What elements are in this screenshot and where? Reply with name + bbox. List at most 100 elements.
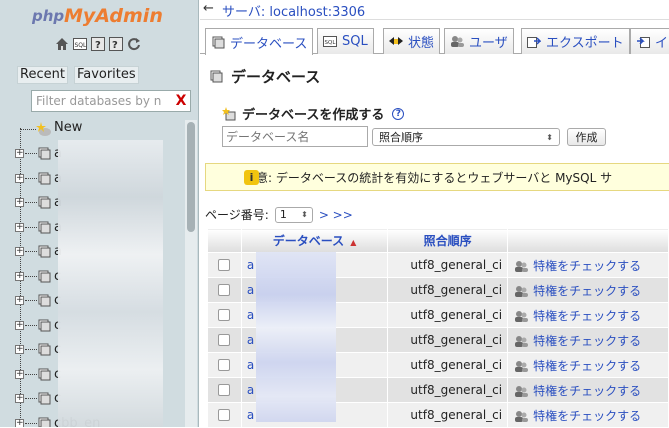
row-checkbox[interactable]	[218, 409, 231, 421]
check-privileges-link[interactable]: 特権をチェックする	[507, 327, 669, 353]
expand-icon[interactable]: +	[15, 198, 24, 207]
check-privileges-link[interactable]: 特権をチェックする	[507, 252, 669, 278]
tab-users-label: ユーザ	[469, 36, 508, 51]
table-header-row: データベース ▲ 照合順序	[207, 228, 669, 253]
expand-icon[interactable]: +	[15, 418, 24, 427]
top-menu: データベース SQL SQL 状態 ユーザ エクスポート イ	[200, 28, 669, 55]
page-title: データベース	[210, 66, 320, 87]
tab-status[interactable]: 状態	[383, 28, 441, 54]
svg-text:?: ?	[95, 40, 101, 51]
expand-icon[interactable]: +	[15, 320, 24, 330]
row-checkbox[interactable]	[218, 309, 231, 321]
tab-databases[interactable]: データベース	[205, 28, 314, 55]
sql-icon: SQL	[323, 35, 337, 49]
svg-text:SQL: SQL	[325, 40, 337, 46]
row-checkbox[interactable]	[218, 284, 231, 296]
expand-icon[interactable]: +	[15, 296, 24, 305]
tree-connector	[25, 422, 37, 424]
privileges-icon	[514, 410, 529, 422]
privileges-icon	[514, 285, 529, 297]
check-privileges-link[interactable]: 特権をチェックする	[507, 377, 669, 403]
tree-connector	[25, 226, 37, 228]
check-privileges-label: 特権をチェックする	[533, 333, 642, 348]
clear-filter-icon[interactable]: X	[172, 93, 190, 109]
tree-connector	[25, 251, 37, 252]
row-checkbox[interactable]	[218, 334, 231, 346]
check-privileges-link[interactable]: 特権をチェックする	[507, 402, 669, 428]
logo-php-text: php	[32, 7, 64, 25]
main-panel: ← サーバ: localhost:3306 データベース SQL SQL 状態	[200, 0, 669, 428]
tab-favorites[interactable]: Favorites	[73, 66, 139, 84]
tab-export[interactable]: エクスポート	[521, 28, 630, 54]
collation-value: utf8_general_ci	[387, 377, 509, 403]
header-collation[interactable]: 照合順序	[387, 228, 509, 253]
database-icon	[38, 196, 51, 210]
page-select[interactable]: 1 ⬍	[274, 206, 313, 223]
check-privileges-label: 特権をチェックする	[533, 283, 642, 298]
database-icon	[38, 392, 51, 406]
collation-select-value: 照合順序	[379, 131, 423, 144]
help-icon[interactable]: ?	[392, 107, 405, 120]
privileges-icon	[514, 335, 529, 347]
expand-icon[interactable]: +	[15, 345, 24, 354]
row-checkbox-cell	[207, 402, 242, 428]
expand-icon[interactable]: +	[15, 149, 24, 158]
phpmyadmin-logo[interactable]: php MyAdmin	[32, 2, 167, 26]
row-checkbox[interactable]	[218, 359, 231, 371]
tab-databases-label: データベース	[230, 36, 308, 52]
server-breadcrumb[interactable]: サーバ: localhost:3306	[222, 1, 365, 20]
database-icon	[38, 343, 51, 357]
collapse-nav-icon[interactable]: ←	[203, 1, 214, 16]
chevron-updown-icon: ⬍	[301, 210, 308, 219]
check-privileges-link[interactable]: 特権をチェックする	[507, 277, 669, 303]
sort-ascending-icon: ▲	[350, 238, 357, 247]
check-privileges-link[interactable]: 特権をチェックする	[507, 352, 669, 378]
tab-users[interactable]: ユーザ	[444, 28, 514, 54]
expand-icon[interactable]: +	[15, 369, 24, 379]
page-select-value: 1	[279, 208, 287, 221]
expand-icon[interactable]: +	[15, 271, 24, 281]
filter-placeholder: Filter databases by n	[36, 94, 162, 108]
expand-icon[interactable]: +	[15, 222, 24, 232]
expand-icon[interactable]: +	[15, 394, 24, 403]
header-database[interactable]: データベース ▲	[240, 228, 389, 253]
tab-recent[interactable]: Recent	[17, 66, 68, 84]
row-checkbox[interactable]	[218, 259, 231, 271]
header-database-label: データベース	[272, 234, 345, 248]
tree-connector	[25, 324, 37, 326]
expand-icon[interactable]: +	[15, 173, 24, 183]
pagination: ページ番号: 1 ⬍ > >>	[205, 206, 353, 223]
nav-scrollbar-thumb[interactable]	[187, 122, 195, 232]
reload-icon[interactable]	[126, 36, 141, 51]
tab-import[interactable]: イ	[630, 28, 669, 54]
collation-value: utf8_general_ci	[387, 302, 509, 328]
header-checkbox-cell	[207, 228, 242, 253]
pager-next-link[interactable]: > >>	[319, 208, 353, 222]
database-name-input[interactable]	[222, 126, 368, 147]
check-privileges-link[interactable]: 特権をチェックする	[507, 302, 669, 328]
filter-databases-input[interactable]: Filter databases by n X	[31, 90, 191, 112]
docs-icon[interactable]: ?	[108, 36, 123, 51]
collation-select[interactable]: 照合順序 ⬍	[372, 128, 560, 146]
help-icon[interactable]: ?	[90, 36, 105, 51]
tree-connector	[25, 153, 37, 154]
row-checkbox-cell	[207, 377, 242, 403]
tree-item-new[interactable]: New	[0, 120, 150, 140]
tab-status-label: 状態	[408, 36, 435, 51]
tab-sql[interactable]: SQL SQL	[317, 28, 374, 54]
privileges-icon	[514, 385, 529, 397]
svg-text:SQL: SQL	[74, 42, 87, 49]
tab-import-label: イ	[655, 36, 669, 51]
check-privileges-label: 特権をチェックする	[533, 358, 642, 373]
row-checkbox[interactable]	[218, 384, 231, 396]
redacted-database-names	[256, 252, 336, 422]
database-icon	[38, 319, 51, 333]
redacted-database-names	[58, 140, 163, 427]
nav-icon-bar: SQL ? ?	[54, 36, 141, 51]
sql-query-icon[interactable]: SQL	[72, 36, 87, 51]
expand-icon[interactable]: +	[15, 247, 24, 256]
home-icon[interactable]	[54, 36, 69, 51]
users-icon	[450, 35, 464, 49]
create-button[interactable]: 作成	[567, 128, 606, 146]
collation-value: utf8_general_ci	[387, 277, 509, 303]
